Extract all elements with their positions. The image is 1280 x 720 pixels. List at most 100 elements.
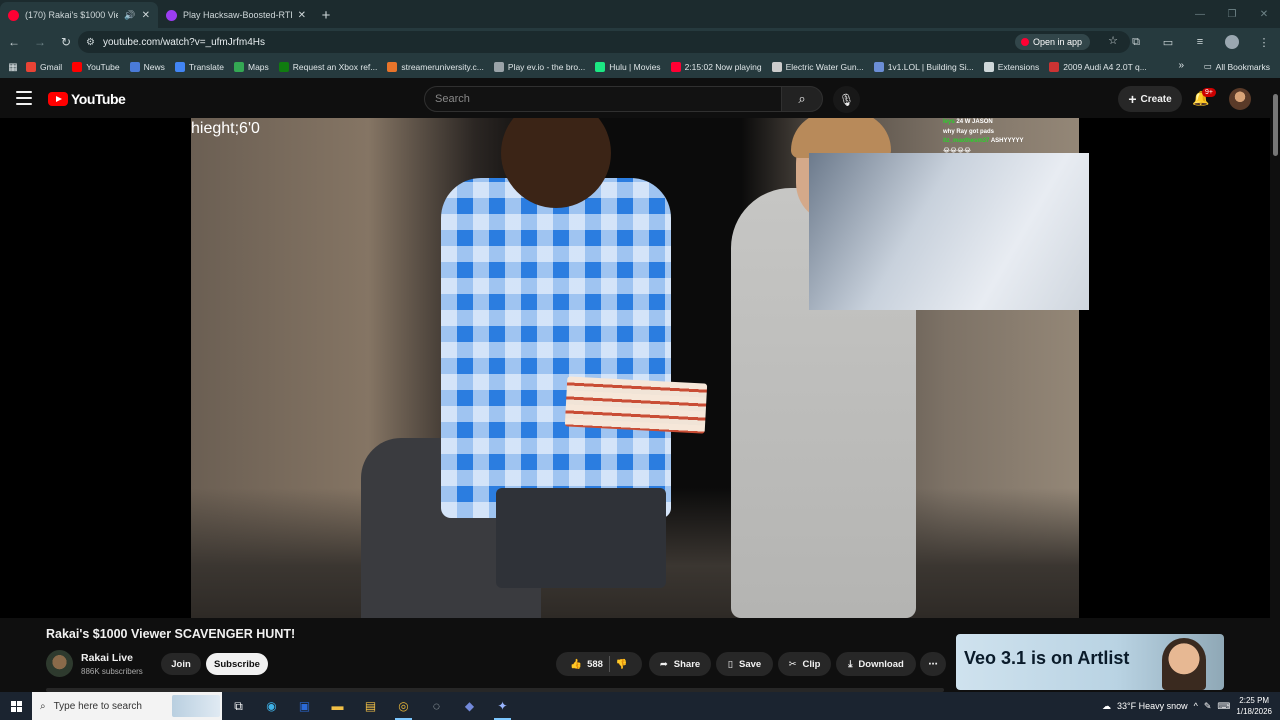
bookmark-item[interactable]: Translate xyxy=(174,62,224,72)
bookmark-label: News xyxy=(143,62,165,72)
tray-chevron-icon[interactable]: ^ xyxy=(1194,701,1198,711)
share-button[interactable]: ➦ Share xyxy=(649,652,711,676)
bookmark-favicon-icon xyxy=(983,62,994,72)
stream-overlay-text: hieght;6'0 xyxy=(191,120,260,137)
extensions-icon[interactable]: ⧉ xyxy=(1120,28,1152,56)
bookmark-label: 2:15:02 Now playing xyxy=(684,62,762,72)
tab-youtube-video[interactable]: (170) Rakai's $1000 Viewer 🔊 ✕ xyxy=(0,2,158,28)
restore-icon[interactable]: ❐ xyxy=(1216,0,1248,28)
windows-start-icon[interactable] xyxy=(0,692,32,720)
youtube-favicon-icon xyxy=(8,9,19,21)
bookmark-item[interactable]: YouTube xyxy=(72,62,120,72)
bookmark-label: Maps xyxy=(248,62,269,72)
pen-icon[interactable]: ✎ xyxy=(1204,701,1212,712)
site-info-icon[interactable]: ⚙ xyxy=(86,37,95,48)
account-avatar[interactable] xyxy=(1229,88,1251,110)
task-view-icon[interactable]: ⧉ xyxy=(222,692,255,720)
subscribe-button[interactable]: Subscribe xyxy=(206,653,268,675)
chat-text: 24 W JASON xyxy=(956,119,993,125)
bookmark-item[interactable]: Request an Xbox ref... xyxy=(278,62,378,72)
new-tab-button[interactable]: + xyxy=(314,2,338,28)
chat-username: leys xyxy=(943,119,955,125)
clip-button[interactable]: ✂ Clip xyxy=(778,652,831,676)
create-button[interactable]: + Create xyxy=(1118,86,1182,112)
address-bar[interactable]: ⚙ youtube.com/watch?v=_ufmJrfm4Hs Open i… xyxy=(78,31,1130,53)
channel-name[interactable]: Rakai Live xyxy=(81,652,133,664)
site-favicon-icon xyxy=(166,9,177,21)
bookmark-label: Request an Xbox ref... xyxy=(292,62,378,72)
sponsored-ad[interactable]: Veo 3.1 is on Artlist xyxy=(956,634,1224,690)
save-button[interactable]: ▯ Save xyxy=(716,652,773,676)
like-button[interactable]: 👍 588 xyxy=(570,659,603,670)
microphone-icon[interactable]: 🎙 xyxy=(833,86,860,113)
chat-message: itz_maxthesm37 ASHYYYYY xyxy=(943,137,1071,147)
download-button[interactable]: ⤓ Download xyxy=(836,652,916,676)
close-window-icon[interactable]: ✕ xyxy=(1248,0,1280,28)
bookmark-favicon-icon xyxy=(72,62,83,72)
discord-icon[interactable]: ◆ xyxy=(453,692,486,720)
close-tab-icon[interactable]: ✕ xyxy=(142,10,150,21)
cast-icon[interactable]: ▭ xyxy=(1152,28,1184,56)
open-in-app-button[interactable]: Open in app xyxy=(1014,34,1090,50)
webcam-overlay xyxy=(809,153,1089,310)
bookmark-item[interactable]: Extensions xyxy=(983,62,1039,72)
search-input[interactable]: Search xyxy=(424,86,782,112)
clock[interactable]: 2:25 PM 1/18/2026 xyxy=(1236,695,1272,717)
youtube-logo[interactable]: YouTube xyxy=(48,91,126,107)
media-control-icon[interactable]: ≡ xyxy=(1184,28,1216,56)
store-icon[interactable]: ▤ xyxy=(354,692,387,720)
hamburger-menu-icon[interactable] xyxy=(16,91,32,105)
window-controls: — ❐ ✕ xyxy=(1184,0,1280,28)
file-explorer-icon[interactable]: ▬ xyxy=(321,692,354,720)
all-bookmarks-button[interactable]: ▭ All Bookmarks xyxy=(1204,61,1270,72)
toolbar-icons: ⧉ ▭ ≡ ⋮ xyxy=(1120,28,1280,56)
word-icon[interactable]: ▣ xyxy=(288,692,321,720)
bookmark-item[interactable]: Maps xyxy=(234,62,269,72)
profile-icon[interactable] xyxy=(1216,28,1248,56)
minimize-icon[interactable]: — xyxy=(1184,0,1216,28)
tab-hacksaw[interactable]: Play Hacksaw-Boosted-RTP Ca ✕ xyxy=(158,2,314,28)
browser-tabstrip: (170) Rakai's $1000 Viewer 🔊 ✕ Play Hack… xyxy=(0,0,1280,28)
bookmark-favicon-icon xyxy=(771,62,782,72)
back-icon[interactable]: ← xyxy=(2,30,26,54)
menu-icon[interactable]: ⋮ xyxy=(1248,28,1280,56)
more-actions-icon[interactable]: ⋯ xyxy=(920,652,946,676)
windows-taskbar: ⌕ Type here to search ⧉ ◉ ▣ ▬ ▤ ◎ ◌ ◆ ✦ … xyxy=(0,692,1280,720)
bookmark-item[interactable]: 2009 Audi A4 2.0T q... xyxy=(1049,62,1147,72)
bookmark-item[interactable]: News xyxy=(129,62,165,72)
ad-image xyxy=(1162,638,1206,690)
bookmark-star-icon[interactable]: ☆ xyxy=(1108,34,1118,47)
open-in-app-label: Open in app xyxy=(1032,37,1082,47)
speaker-icon[interactable]: 🔊 xyxy=(124,10,135,21)
bookmark-item[interactable]: Gmail xyxy=(26,62,62,72)
keyboard-icon[interactable]: ⌨ xyxy=(1217,701,1230,712)
url-text[interactable]: youtube.com/watch?v=_ufmJrfm4Hs xyxy=(103,37,265,48)
search-icon[interactable]: ⌕ xyxy=(781,86,823,112)
apps-grid-icon[interactable]: ▦ xyxy=(0,62,26,73)
join-button[interactable]: Join xyxy=(161,653,201,675)
bookmark-item[interactable]: Hulu | Movies xyxy=(595,62,661,72)
steam-icon[interactable]: ◌ xyxy=(420,692,453,720)
channel-avatar[interactable] xyxy=(46,650,73,677)
bookmark-item[interactable]: 1v1.LOL | Building Si... xyxy=(873,62,974,72)
close-tab-icon[interactable]: ✕ xyxy=(298,10,306,21)
search-highlight-image xyxy=(172,695,220,717)
weather-text[interactable]: 33°F Heavy snow xyxy=(1117,701,1188,711)
bookmark-item[interactable]: Play ev.io - the bro... xyxy=(493,62,585,72)
scrollbar-thumb[interactable] xyxy=(1273,94,1278,156)
app-icon[interactable]: ✦ xyxy=(486,692,519,720)
more-bookmarks-icon[interactable]: » xyxy=(1178,60,1184,71)
taskbar-search[interactable]: ⌕ Type here to search xyxy=(32,692,222,720)
bookmark-item[interactable]: Electric Water Gun... xyxy=(771,62,864,72)
weather-icon[interactable]: ☁ xyxy=(1102,701,1111,712)
forward-icon[interactable]: → xyxy=(28,30,52,54)
bookmark-item[interactable]: streameruniversity.c... xyxy=(387,62,484,72)
thumbs-down-icon[interactable]: 👎 xyxy=(616,659,628,670)
bookmark-favicon-icon xyxy=(387,62,398,72)
bookmark-item[interactable]: 2:15:02 Now playing xyxy=(670,62,762,72)
chrome-icon[interactable]: ◎ xyxy=(387,692,420,720)
reload-icon[interactable]: ↻ xyxy=(54,30,78,54)
chat-message: why Ray got pads xyxy=(943,128,1071,138)
edge-icon[interactable]: ◉ xyxy=(255,692,288,720)
page-scrollbar[interactable] xyxy=(1270,80,1280,620)
